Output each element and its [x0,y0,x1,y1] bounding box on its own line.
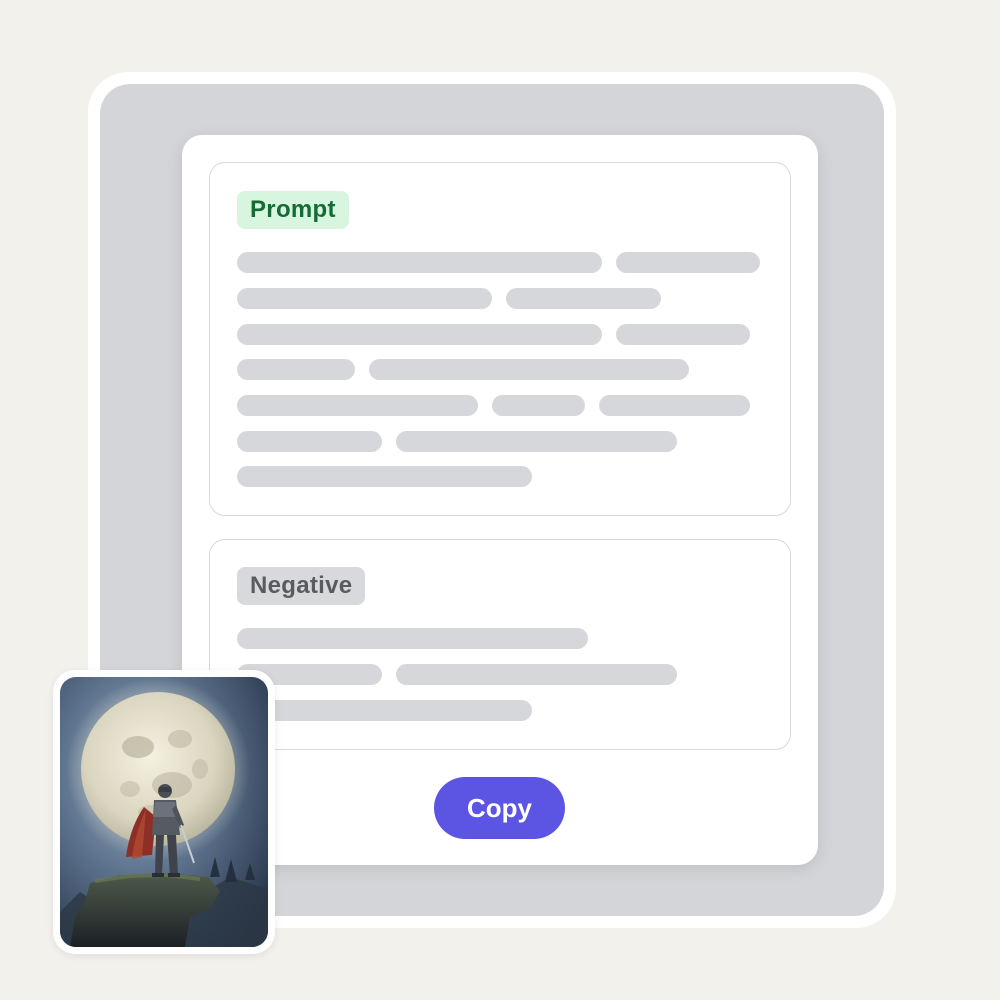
prompt-tag: Prompt [237,191,349,229]
placeholder-line [616,252,760,273]
negative-panel[interactable]: Negative [209,539,791,750]
placeholder-line [237,252,602,273]
placeholder-line [506,288,661,309]
copy-button[interactable]: Copy [434,777,565,839]
placeholder-line [492,395,585,416]
illustration-stage: Prompt Negative Copy [0,0,1000,1000]
placeholder-line [237,288,492,309]
placeholder-line [237,395,478,416]
image-thumbnail[interactable] [53,670,275,954]
placeholder-line [396,664,677,685]
negative-tag: Negative [237,567,366,605]
knight-moon-image [60,677,268,947]
placeholder-line [237,431,382,452]
placeholder-line [237,324,602,345]
prompt-panel[interactable]: Prompt [209,162,791,516]
placeholder-line [237,466,532,487]
prompt-card: Prompt Negative Copy [182,135,818,865]
placeholder-line [369,359,689,380]
placeholder-line [237,628,588,649]
placeholder-line [237,359,355,380]
placeholder-line [616,324,750,345]
placeholder-line [237,700,532,721]
placeholder-line [599,395,750,416]
placeholder-line [396,431,677,452]
